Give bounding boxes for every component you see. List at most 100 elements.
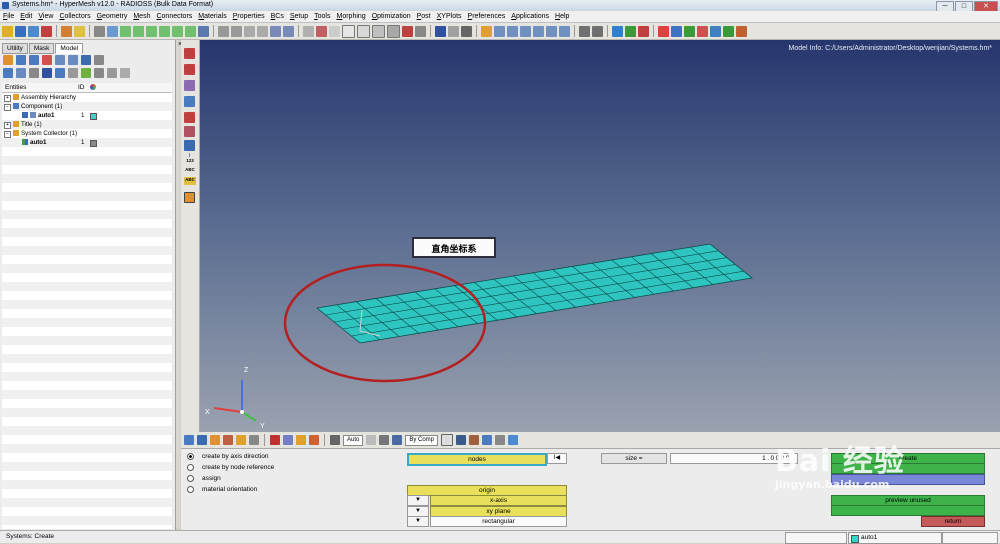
export-icon[interactable]	[41, 25, 52, 37]
menu-collectors[interactable]: Collectors	[56, 13, 93, 20]
lt-screen-icon[interactable]	[508, 435, 519, 445]
browser-collapse-icon[interactable]	[68, 55, 78, 65]
tool-red-icon[interactable]	[638, 25, 649, 37]
menu-properties[interactable]: Properties	[230, 13, 268, 20]
check-icon[interactable]	[625, 25, 636, 37]
model-folder-icon[interactable]	[74, 25, 85, 37]
reset-selection-button[interactable]: I◀	[547, 453, 567, 464]
menu-applications[interactable]: Applications	[508, 13, 552, 20]
vtool-display-icon[interactable]	[184, 112, 195, 123]
system-color-swatch[interactable]	[90, 140, 97, 147]
browser-folder-icon[interactable]	[3, 55, 13, 65]
x-axis-selector[interactable]: x-axis	[430, 495, 567, 506]
lt-wire-cube-icon[interactable]	[441, 434, 454, 446]
size-toggle[interactable]: size =	[601, 453, 667, 464]
browser-assembly-icon[interactable]	[29, 55, 39, 65]
lt-shaded-cube-icon[interactable]	[456, 435, 467, 445]
menu-post[interactable]: Post	[414, 13, 434, 20]
lt-feature-icon[interactable]	[309, 435, 319, 445]
cube-wire-icon[interactable]	[342, 24, 355, 38]
menu-setup[interactable]: Setup	[287, 13, 311, 20]
batch-icon[interactable]	[658, 25, 669, 37]
menu-tools[interactable]: Tools	[311, 13, 333, 20]
browser-transparency-icon[interactable]	[107, 68, 117, 78]
menu-preferences[interactable]: Preferences	[465, 13, 509, 20]
rotate-icon[interactable]	[107, 25, 118, 37]
shell-mesh[interactable]	[316, 243, 753, 344]
nodes-selector[interactable]: nodes	[407, 453, 547, 466]
browser-show-icon[interactable]	[3, 68, 13, 78]
lt-sym-icon[interactable]	[366, 435, 377, 445]
lt-shading-icon[interactable]	[223, 435, 233, 445]
lt-color-mode-icon[interactable]	[392, 435, 403, 445]
option-axis-direction[interactable]: create by axis direction	[187, 453, 268, 460]
tree-row-component[interactable]: − Component (1)	[4, 102, 172, 111]
radio-icon[interactable]	[187, 475, 194, 482]
vtool-comp-icon[interactable]	[184, 64, 195, 75]
import-icon[interactable]	[28, 25, 39, 37]
lt-layers-icon[interactable]	[482, 435, 493, 445]
lt-plane-icon[interactable]	[469, 435, 480, 445]
window-3-icon[interactable]	[507, 25, 518, 37]
result-icon[interactable]	[736, 25, 747, 37]
window-5-icon[interactable]	[533, 25, 544, 37]
menu-edit[interactable]: Edit	[17, 13, 35, 20]
fit-icon[interactable]	[257, 25, 268, 37]
vtool-numbers-icon[interactable]: 123	[184, 158, 196, 164]
window-4-icon[interactable]	[520, 25, 531, 37]
view-top-icon[interactable]	[120, 25, 131, 37]
browser-isolate-icon[interactable]	[29, 68, 39, 78]
browser-tool-icon[interactable]	[120, 68, 130, 78]
zoom-out-icon[interactable]	[231, 25, 242, 37]
view-bottom-icon[interactable]	[133, 25, 144, 37]
window-1-icon[interactable]	[481, 25, 492, 37]
vtool-elements-icon[interactable]	[184, 96, 195, 107]
menu-materials[interactable]: Materials	[195, 13, 229, 20]
script-icon[interactable]	[671, 25, 682, 37]
spin-icon[interactable]	[270, 25, 281, 37]
menu-help[interactable]: Help	[552, 13, 572, 20]
option-material-orientation[interactable]: material orientation	[187, 486, 257, 493]
lt-grid-icon[interactable]	[495, 435, 506, 445]
menu-mesh[interactable]: Mesh	[130, 13, 153, 20]
undo-icon[interactable]	[448, 25, 459, 37]
lt-show-icon[interactable]	[283, 435, 293, 445]
lt-comp-icon[interactable]	[184, 435, 194, 445]
menu-connectors[interactable]: Connectors	[153, 13, 195, 20]
browser-hide-icon[interactable]	[16, 68, 26, 78]
rotate-center-icon[interactable]	[283, 25, 294, 37]
solver-run-icon[interactable]	[723, 25, 734, 37]
color-mode-dropdown[interactable]: By Comp	[405, 434, 439, 446]
dollar-icon[interactable]	[435, 25, 446, 37]
option-assign[interactable]: assign	[187, 475, 221, 482]
cube-shaded-edges-icon[interactable]	[387, 24, 400, 38]
render-icon[interactable]	[415, 25, 426, 37]
save-file-icon[interactable]	[15, 25, 26, 37]
browser-wire-icon[interactable]	[55, 68, 65, 78]
stop-icon[interactable]	[697, 25, 708, 37]
panel-icon[interactable]	[592, 25, 603, 37]
system-type-selector[interactable]: rectangular	[430, 516, 567, 527]
display-mode-dropdown[interactable]: Auto	[343, 434, 364, 446]
vtool-rotate-icon[interactable]	[184, 140, 195, 151]
menu-view[interactable]: View	[35, 13, 56, 20]
menu-geometry[interactable]: Geometry	[94, 13, 131, 20]
browser-shaded-icon[interactable]	[42, 68, 52, 78]
cube-hidden-icon[interactable]	[357, 24, 370, 38]
expand-icon[interactable]: +	[4, 95, 11, 102]
radio-icon[interactable]	[187, 464, 194, 471]
browser-expand-icon[interactable]	[55, 55, 65, 65]
lt-display-mode-icon[interactable]	[330, 435, 340, 445]
solver-icon[interactable]	[710, 25, 721, 37]
lt-folder-icon[interactable]	[210, 435, 220, 445]
browser-filter-icon[interactable]	[42, 55, 52, 65]
radio-selected-icon[interactable]	[187, 453, 194, 460]
component-color-swatch[interactable]	[90, 113, 97, 120]
return-button[interactable]: return	[921, 516, 985, 527]
lt-filter-icon[interactable]	[236, 435, 246, 445]
view-right-icon[interactable]	[185, 25, 196, 37]
menu-optimization[interactable]: Optimization	[369, 13, 414, 20]
tree-row-system-collector[interactable]: − System Collector (1)	[4, 129, 77, 138]
vtool-abc-icon[interactable]: ABC	[184, 167, 196, 173]
menu-file[interactable]: File	[0, 13, 17, 20]
